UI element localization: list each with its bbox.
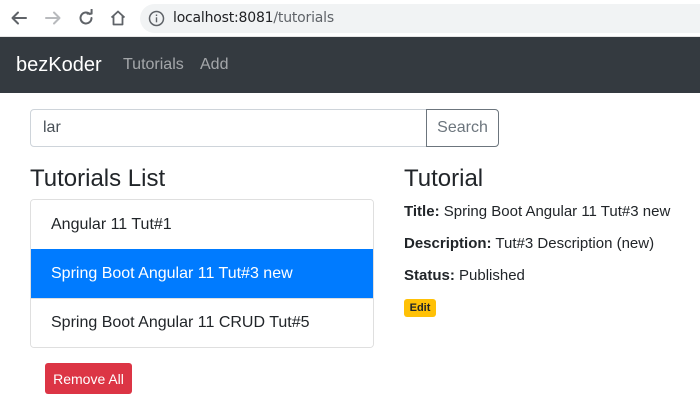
tutorials-list-heading: Tutorials List (30, 165, 166, 192)
description-value: Tut#3 Description (new) (495, 235, 655, 252)
info-icon (148, 10, 165, 27)
detail-description: Description: Tut#3 Description (new) (404, 235, 654, 252)
status-value: Published (459, 267, 525, 284)
browser-toolbar: localhost:8081/tutorials (0, 0, 700, 37)
search-input[interactable] (30, 109, 427, 147)
reload-button[interactable] (73, 5, 99, 31)
url-text: localhost:8081/tutorials (173, 10, 334, 26)
back-button[interactable] (6, 5, 32, 31)
nav-link-add[interactable]: Add (200, 56, 228, 74)
status-label: Status: (404, 267, 455, 284)
address-bar[interactable]: localhost:8081/tutorials (140, 4, 700, 33)
title-value: Spring Boot Angular 11 Tut#3 new (443, 203, 671, 220)
tutorial-detail-heading: Tutorial (404, 165, 484, 192)
detail-status: Status: Published (404, 267, 525, 284)
list-item-active[interactable]: Spring Boot Angular 11 Tut#3 new (31, 249, 373, 298)
brand-link[interactable]: bezKoder (16, 54, 102, 77)
reload-icon (79, 9, 93, 25)
url-path: /tutorials (273, 10, 334, 26)
list-item[interactable]: Spring Boot Angular 11 CRUD Tut#5 (31, 298, 373, 347)
forward-arrow-icon (45, 11, 61, 25)
description-label: Description: (404, 235, 492, 252)
home-icon (110, 10, 126, 26)
tutorials-list: Angular 11 Tut#1 Spring Boot Angular 11 … (30, 199, 374, 348)
edit-badge-link[interactable]: Edit (404, 299, 436, 317)
remove-all-button[interactable]: Remove All (45, 363, 132, 394)
back-arrow-icon (11, 11, 27, 25)
forward-button[interactable] (40, 5, 66, 31)
home-button[interactable] (105, 5, 131, 31)
url-host: localhost:8081 (173, 10, 274, 26)
list-item[interactable]: Angular 11 Tut#1 (31, 200, 373, 249)
detail-title: Title: Spring Boot Angular 11 Tut#3 new (404, 203, 670, 220)
app-navbar: bezKoder Tutorials Add (0, 37, 700, 93)
nav-link-tutorials[interactable]: Tutorials (123, 56, 184, 74)
search-button[interactable]: Search (426, 109, 499, 147)
title-label: Title: (404, 203, 440, 220)
